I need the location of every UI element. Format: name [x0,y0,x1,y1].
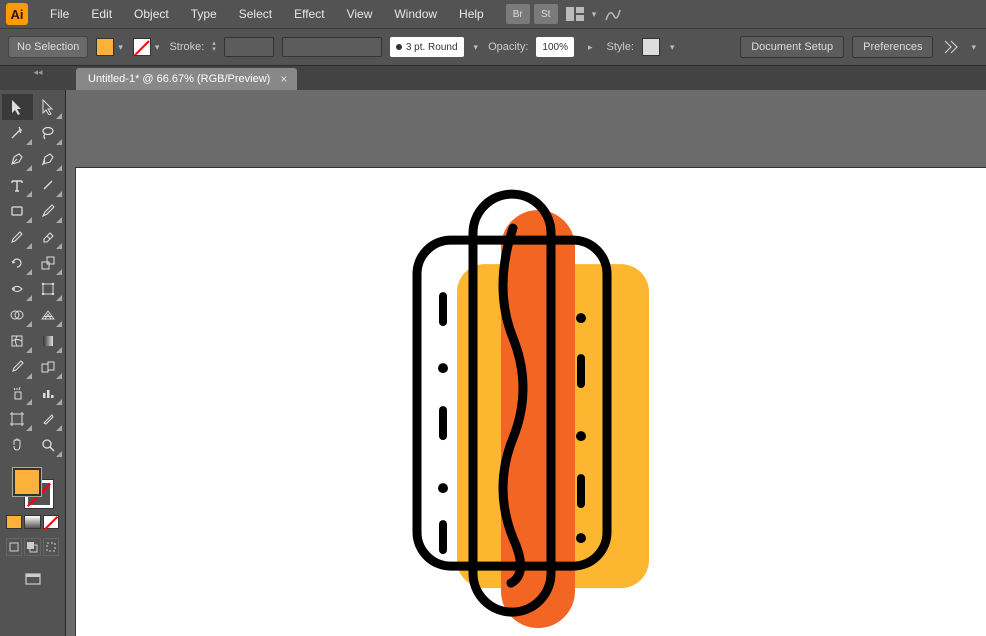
paintbrush-tool[interactable] [33,198,64,224]
menu-type[interactable]: Type [181,3,227,25]
fill-color-indicator[interactable] [13,468,41,496]
curvature-tool[interactable] [33,146,64,172]
align-icon[interactable] [941,37,961,57]
pen-tool[interactable] [2,146,33,172]
hand-tool[interactable] [2,432,33,458]
magic-wand-tool[interactable] [2,120,33,146]
lasso-tool[interactable] [33,120,64,146]
artboard-tool[interactable] [2,406,33,432]
selection-indicator: No Selection [8,36,88,58]
screen-mode-button[interactable] [20,568,46,590]
document-tab-bar: Untitled-1* @ 66.67% (RGB/Preview) × [0,66,986,90]
chevron-down-icon[interactable]: ▾ [668,42,677,53]
artboard[interactable]: 网 [76,168,986,636]
chevron-down-icon[interactable]: ▾ [116,42,125,53]
app-icon: Ai [6,3,28,25]
eyedropper-tool[interactable] [2,354,33,380]
panel-collapse-icon[interactable]: ◂◂ [0,66,76,78]
artwork-hotdog[interactable] [401,188,661,636]
stroke-profile-field[interactable] [282,37,382,57]
zoom-tool[interactable] [33,432,64,458]
bridge-button[interactable]: Br [506,4,530,24]
free-transform-tool[interactable] [33,276,64,302]
fill-stroke-indicator[interactable] [13,468,53,508]
chevron-down-icon[interactable]: ▾ [969,42,978,53]
brush-definition-field[interactable]: 3 pt. Round [390,37,464,57]
menu-view[interactable]: View [337,3,383,25]
color-mode-gradient[interactable] [24,515,40,529]
opacity-label: Opacity: [488,41,528,53]
perspective-grid-tool[interactable] [33,302,64,328]
direct-selection-tool[interactable] [33,94,64,120]
menu-edit[interactable]: Edit [81,3,122,25]
menu-select[interactable]: Select [229,3,282,25]
arrange-docs-icon[interactable] [562,4,588,24]
scale-tool[interactable] [33,250,64,276]
gradient-tool[interactable] [33,328,64,354]
blend-tool[interactable] [33,354,64,380]
close-icon[interactable]: × [280,72,287,86]
fill-swatch[interactable] [96,38,114,56]
menu-effect[interactable]: Effect [284,3,334,25]
draw-inside-icon[interactable] [43,538,59,556]
shaper-tool[interactable] [2,224,33,250]
chevron-right-icon[interactable]: ▸ [582,42,599,53]
menu-bar: Ai File Edit Object Type Select Effect V… [0,0,986,28]
stroke-label: Stroke: [169,41,204,53]
symbol-sprayer-tool[interactable] [2,380,33,406]
color-mode-row [6,515,59,529]
menu-window[interactable]: Window [384,3,447,25]
style-label: Style: [607,41,635,53]
selection-tool[interactable] [2,94,33,120]
slice-tool[interactable] [33,406,64,432]
document-setup-button[interactable]: Document Setup [740,36,844,58]
column-graph-tool[interactable] [33,380,64,406]
color-mode-solid[interactable] [6,515,22,529]
rotate-tool[interactable] [2,250,33,276]
tools-panel [0,90,66,636]
menu-file[interactable]: File [40,3,79,25]
document-tab[interactable]: Untitled-1* @ 66.67% (RGB/Preview) × [76,68,297,90]
menu-help[interactable]: Help [449,3,494,25]
color-mode-none[interactable] [43,515,59,529]
preferences-button[interactable]: Preferences [852,36,933,58]
line-tool[interactable] [33,172,64,198]
shape-builder-tool[interactable] [2,302,33,328]
rectangle-tool[interactable] [2,198,33,224]
eraser-tool[interactable] [33,224,64,250]
chevron-down-icon[interactable]: ▾ [153,42,162,53]
type-tool[interactable] [2,172,33,198]
menu-object[interactable]: Object [124,3,179,25]
options-bar: No Selection ▾ ▾ Stroke: ▴▾ 3 pt. Round … [0,28,986,66]
stroke-weight-field[interactable] [224,37,274,57]
draw-behind-icon[interactable] [24,538,40,556]
document-tab-title: Untitled-1* @ 66.67% (RGB/Preview) [88,73,270,85]
chevron-down-icon[interactable]: ▾ [472,42,481,53]
stroke-swatch[interactable] [133,38,151,56]
workspace-switcher: Br St ▾ [506,4,627,24]
opacity-field[interactable]: 100% [536,37,574,57]
stock-button[interactable]: St [534,4,558,24]
mesh-tool[interactable] [2,328,33,354]
draw-normal-icon[interactable] [6,538,22,556]
gpu-icon[interactable] [600,4,626,24]
main-area: 网 [0,90,986,636]
canvas-area[interactable]: 网 [66,90,986,636]
draw-mode-row [6,538,59,556]
width-tool[interactable] [2,276,33,302]
style-swatch[interactable] [642,38,660,56]
